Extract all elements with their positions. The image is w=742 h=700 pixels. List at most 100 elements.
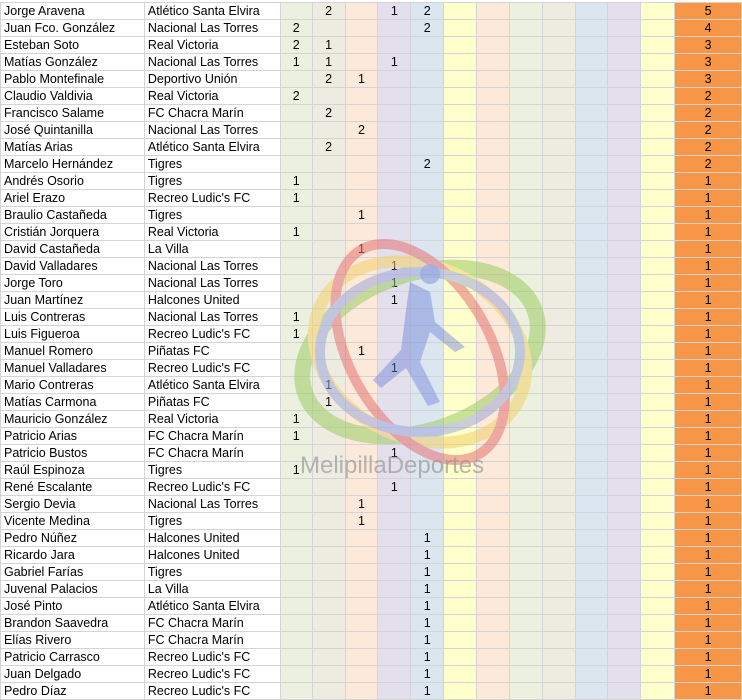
- matchday-goals-cell[interactable]: [607, 206, 642, 224]
- matchday-goals-cell[interactable]: [311, 427, 346, 445]
- matchday-goals-cell[interactable]: [476, 308, 510, 326]
- matchday-goals-cell[interactable]: [344, 478, 379, 496]
- team-name-cell[interactable]: Tigres: [143, 512, 281, 530]
- matchday-goals-cell[interactable]: [640, 461, 676, 479]
- matchday-goals-cell[interactable]: [377, 240, 412, 258]
- matchday-goals-cell[interactable]: [541, 308, 576, 326]
- matchday-goals-cell[interactable]: [541, 172, 576, 190]
- matchday-goals-cell[interactable]: [508, 155, 543, 173]
- matchday-goals-cell[interactable]: [377, 325, 412, 343]
- matchday-goals-cell[interactable]: [311, 614, 346, 632]
- matchday-goals-cell[interactable]: [311, 631, 346, 649]
- matchday-goals-cell[interactable]: 2: [311, 138, 346, 156]
- matchday-goals-cell[interactable]: [377, 648, 412, 666]
- matchday-goals-cell[interactable]: [311, 461, 346, 479]
- matchday-goals-cell[interactable]: [377, 223, 412, 241]
- matchday-goals-cell[interactable]: [508, 682, 543, 700]
- matchday-goals-cell[interactable]: [311, 444, 346, 462]
- matchday-goals-cell[interactable]: [476, 104, 510, 122]
- team-name-cell[interactable]: Atlético Santa Elvira: [143, 597, 281, 615]
- matchday-goals-cell[interactable]: [410, 87, 445, 105]
- matchday-goals-cell[interactable]: [443, 138, 478, 156]
- team-name-cell[interactable]: La Villa: [143, 580, 281, 598]
- team-name-cell[interactable]: La Villa: [143, 240, 281, 258]
- matchday-goals-cell[interactable]: 1: [311, 53, 346, 71]
- matchday-goals-cell[interactable]: [640, 648, 676, 666]
- matchday-goals-cell[interactable]: [541, 546, 576, 564]
- team-name-cell[interactable]: Atlético Santa Elvira: [143, 138, 281, 156]
- player-name-cell[interactable]: Luis Contreras: [0, 308, 145, 326]
- matchday-goals-cell[interactable]: [279, 478, 313, 496]
- matchday-goals-cell[interactable]: [541, 376, 576, 394]
- matchday-goals-cell[interactable]: [377, 495, 412, 513]
- total-goals-cell[interactable]: 3: [674, 36, 742, 54]
- matchday-goals-cell[interactable]: [443, 682, 478, 700]
- matchday-goals-cell[interactable]: [443, 376, 478, 394]
- matchday-goals-cell[interactable]: [607, 546, 642, 564]
- matchday-goals-cell[interactable]: [508, 274, 543, 292]
- matchday-goals-cell[interactable]: [377, 342, 412, 360]
- matchday-goals-cell[interactable]: [574, 87, 609, 105]
- matchday-goals-cell[interactable]: [574, 410, 609, 428]
- matchday-goals-cell[interactable]: [410, 444, 445, 462]
- matchday-goals-cell[interactable]: [508, 121, 543, 139]
- matchday-goals-cell[interactable]: [344, 682, 379, 700]
- matchday-goals-cell[interactable]: [311, 257, 346, 275]
- matchday-goals-cell[interactable]: [607, 308, 642, 326]
- matchday-goals-cell[interactable]: [607, 495, 642, 513]
- matchday-goals-cell[interactable]: [508, 240, 543, 258]
- matchday-goals-cell[interactable]: [344, 376, 379, 394]
- matchday-goals-cell[interactable]: [541, 87, 576, 105]
- matchday-goals-cell[interactable]: [377, 665, 412, 683]
- matchday-goals-cell[interactable]: [640, 410, 676, 428]
- matchday-goals-cell[interactable]: [607, 121, 642, 139]
- matchday-goals-cell[interactable]: [410, 138, 445, 156]
- matchday-goals-cell[interactable]: [640, 359, 676, 377]
- matchday-goals-cell[interactable]: [640, 546, 676, 564]
- matchday-goals-cell[interactable]: [410, 325, 445, 343]
- total-goals-cell[interactable]: 1: [674, 291, 742, 309]
- team-name-cell[interactable]: Recreo Ludic's FC: [143, 648, 281, 666]
- matchday-goals-cell[interactable]: [443, 189, 478, 207]
- matchday-goals-cell[interactable]: [377, 393, 412, 411]
- matchday-goals-cell[interactable]: [443, 342, 478, 360]
- matchday-goals-cell[interactable]: [311, 682, 346, 700]
- total-goals-cell[interactable]: 1: [674, 410, 742, 428]
- matchday-goals-cell[interactable]: [640, 240, 676, 258]
- player-name-cell[interactable]: Vicente Medina: [0, 512, 145, 530]
- matchday-goals-cell[interactable]: [279, 546, 313, 564]
- matchday-goals-cell[interactable]: [574, 376, 609, 394]
- matchday-goals-cell[interactable]: [541, 121, 576, 139]
- matchday-goals-cell[interactable]: [344, 53, 379, 71]
- matchday-goals-cell[interactable]: 2: [279, 87, 313, 105]
- team-name-cell[interactable]: Tigres: [143, 155, 281, 173]
- matchday-goals-cell[interactable]: [574, 682, 609, 700]
- matchday-goals-cell[interactable]: [607, 665, 642, 683]
- matchday-goals-cell[interactable]: [311, 512, 346, 530]
- matchday-goals-cell[interactable]: [607, 138, 642, 156]
- matchday-goals-cell[interactable]: [344, 665, 379, 683]
- total-goals-cell[interactable]: 3: [674, 70, 742, 88]
- matchday-goals-cell[interactable]: [541, 478, 576, 496]
- matchday-goals-cell[interactable]: [476, 563, 510, 581]
- matchday-goals-cell[interactable]: [640, 393, 676, 411]
- matchday-goals-cell[interactable]: [476, 410, 510, 428]
- matchday-goals-cell[interactable]: [574, 223, 609, 241]
- matchday-goals-cell[interactable]: [311, 546, 346, 564]
- player-name-cell[interactable]: Ariel Erazo: [0, 189, 145, 207]
- player-name-cell[interactable]: Juan Delgado: [0, 665, 145, 683]
- matchday-goals-cell[interactable]: [443, 2, 478, 20]
- matchday-goals-cell[interactable]: [574, 648, 609, 666]
- matchday-goals-cell[interactable]: [443, 444, 478, 462]
- matchday-goals-cell[interactable]: [377, 682, 412, 700]
- matchday-goals-cell[interactable]: [377, 563, 412, 581]
- total-goals-cell[interactable]: 1: [674, 393, 742, 411]
- matchday-goals-cell[interactable]: [607, 410, 642, 428]
- matchday-goals-cell[interactable]: [443, 580, 478, 598]
- matchday-goals-cell[interactable]: [640, 70, 676, 88]
- matchday-goals-cell[interactable]: [508, 495, 543, 513]
- matchday-goals-cell[interactable]: [443, 104, 478, 122]
- matchday-goals-cell[interactable]: [574, 631, 609, 649]
- matchday-goals-cell[interactable]: [574, 104, 609, 122]
- matchday-goals-cell[interactable]: [541, 189, 576, 207]
